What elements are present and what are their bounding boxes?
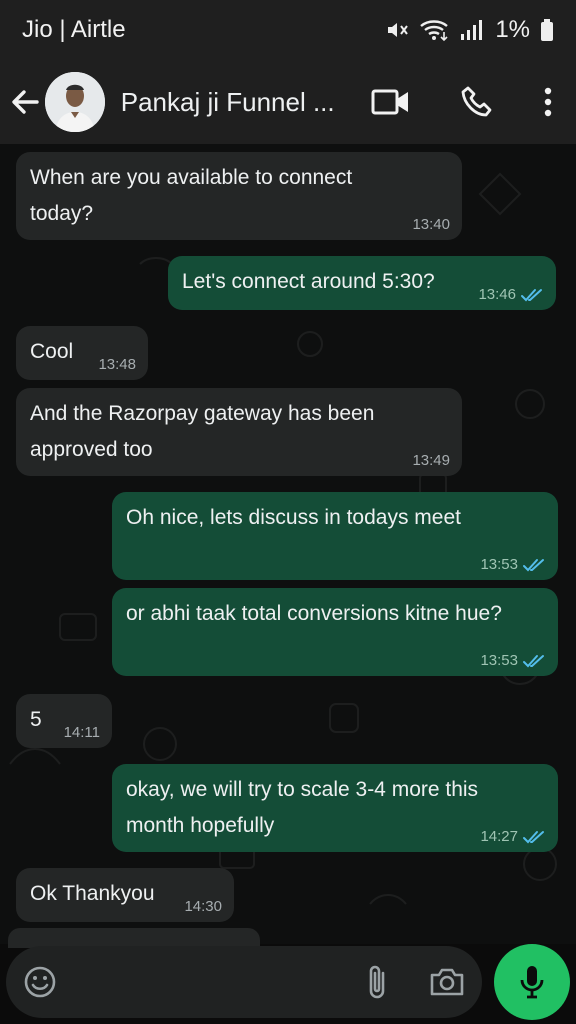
message-text: Oh nice, lets discuss in todays meet bbox=[126, 506, 461, 529]
message-time: 14:27 bbox=[480, 828, 546, 846]
message-text: okay, we will try to scale 3-4 more this bbox=[126, 778, 479, 801]
message-outgoing[interactable]: or abhi taak total conversions kitne hue… bbox=[112, 588, 558, 676]
message-time: 14:11 bbox=[63, 724, 100, 741]
chat-area[interactable]: When are you available to connect today?… bbox=[0, 144, 576, 944]
message-text: And the Razorpay gateway has been bbox=[30, 402, 375, 425]
voice-call-button[interactable] bbox=[434, 60, 520, 144]
back-button[interactable] bbox=[2, 60, 47, 144]
message-incoming[interactable]: When are you available to connect today?… bbox=[16, 152, 462, 240]
message-time: 14:30 bbox=[184, 898, 222, 915]
message-incoming[interactable]: And the Razorpay gateway has been approv… bbox=[16, 388, 462, 476]
read-receipt-icon bbox=[523, 559, 544, 572]
message-text: or abhi taak total conversions kitne hue… bbox=[126, 602, 502, 625]
status-icons: 1% bbox=[385, 16, 554, 44]
read-receipt-icon bbox=[523, 831, 544, 844]
message-text: When are you available to connect bbox=[30, 166, 353, 189]
battery-percent: 1% bbox=[495, 16, 530, 43]
message-outgoing[interactable]: okay, we will try to scale 3-4 more this… bbox=[112, 764, 558, 852]
arrow-left-icon bbox=[12, 90, 39, 114]
message-incoming[interactable]: Cool 13:48 bbox=[16, 326, 148, 380]
attach-button[interactable] bbox=[342, 946, 412, 1018]
message-time: 13:49 bbox=[412, 452, 450, 469]
carrier-label: Jio | Airtle bbox=[22, 16, 126, 43]
read-receipt-icon bbox=[521, 289, 542, 302]
wifi-icon bbox=[419, 18, 449, 42]
read-receipt-icon bbox=[523, 655, 544, 668]
message-incoming[interactable]: 5 14:11 bbox=[16, 694, 112, 748]
message-incoming-partial bbox=[8, 928, 260, 948]
paperclip-icon bbox=[369, 965, 385, 999]
message-outgoing[interactable]: Let's connect around 5:30? 13:46 bbox=[168, 256, 556, 310]
mic-button[interactable] bbox=[494, 944, 570, 1020]
phone-icon bbox=[461, 86, 492, 117]
camera-button[interactable] bbox=[412, 946, 482, 1018]
emoji-button[interactable] bbox=[8, 946, 72, 1018]
emoji-icon bbox=[24, 966, 56, 998]
message-time: 13:53 bbox=[480, 556, 546, 574]
message-text: approved too bbox=[30, 438, 153, 461]
microphone-icon bbox=[520, 966, 544, 999]
battery-icon bbox=[540, 18, 554, 42]
mute-icon bbox=[385, 18, 409, 42]
message-incoming[interactable]: Ok Thankyou 14:30 bbox=[16, 868, 234, 922]
chat-header: Pankaj ji Funnel ... bbox=[0, 60, 576, 144]
signal-icon bbox=[459, 18, 485, 42]
contact-name[interactable]: Pankaj ji Funnel ... bbox=[121, 87, 348, 118]
camera-icon bbox=[430, 968, 464, 996]
message-composer[interactable] bbox=[6, 946, 482, 1018]
message-time: 13:46 bbox=[478, 286, 544, 304]
more-vertical-icon bbox=[544, 87, 552, 117]
message-text: today? bbox=[30, 202, 94, 225]
avatar[interactable] bbox=[45, 72, 105, 132]
video-call-button[interactable] bbox=[348, 60, 434, 144]
message-time: 13:40 bbox=[412, 216, 450, 233]
status-bar: Jio | Airtle 1% bbox=[0, 0, 576, 60]
more-options-button[interactable] bbox=[520, 60, 576, 144]
video-call-icon bbox=[371, 89, 408, 115]
message-time: 13:53 bbox=[480, 652, 546, 670]
message-time: 13:48 bbox=[98, 356, 136, 373]
message-outgoing[interactable]: Oh nice, lets discuss in todays meet 13:… bbox=[112, 492, 558, 580]
